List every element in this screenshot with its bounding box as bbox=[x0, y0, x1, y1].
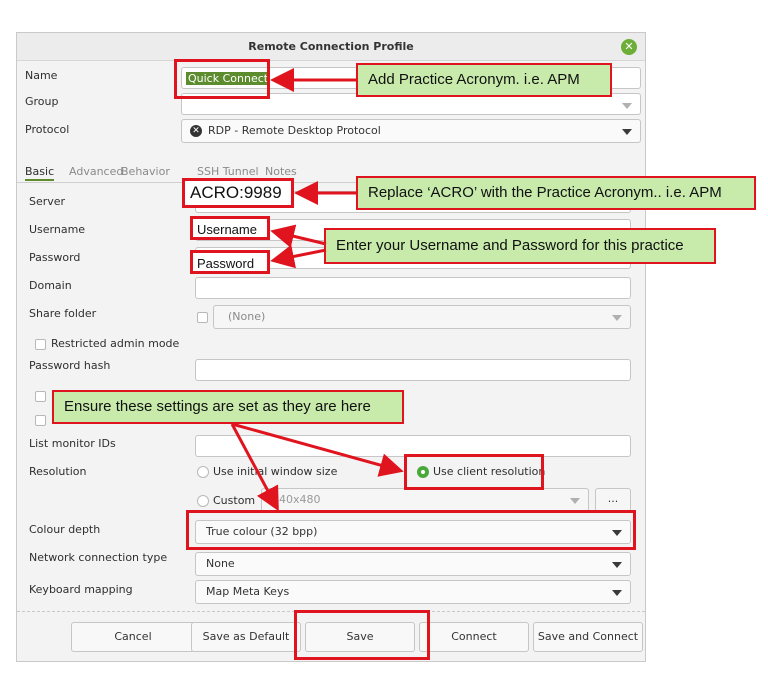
credentials-callout: Enter your Username and Password for thi… bbox=[324, 228, 716, 264]
save-and-connect-button[interactable]: Save and Connect bbox=[533, 622, 643, 652]
list-monitor-ids-label: List monitor IDs bbox=[29, 437, 116, 450]
remote-connection-profile-dialog: Remote Connection Profile ✕ Name Quick C… bbox=[16, 32, 646, 662]
custom-resolution-more-button[interactable]: ... bbox=[595, 488, 631, 512]
domain-label: Domain bbox=[29, 279, 72, 292]
username-value: Username bbox=[197, 222, 257, 237]
custom-resolution-select[interactable]: 640x480 bbox=[261, 488, 589, 512]
client-resolution-highlight-box bbox=[404, 454, 544, 490]
share-folder-checkbox[interactable] bbox=[197, 312, 208, 323]
window-title: Remote Connection Profile bbox=[248, 40, 414, 53]
chevron-down-icon bbox=[612, 562, 622, 568]
password-highlight-box: Password bbox=[190, 250, 270, 274]
more-label: ... bbox=[607, 492, 619, 505]
tab-advanced[interactable]: Advanced bbox=[69, 165, 123, 178]
protocol-value: RDP - Remote Desktop Protocol bbox=[208, 124, 381, 137]
connect-button[interactable]: Connect bbox=[419, 622, 529, 652]
replace-acronym-callout: Replace ‘ACRO’ with the Practice Acronym… bbox=[356, 176, 756, 210]
server-label: Server bbox=[29, 195, 66, 208]
custom-resolution-radio[interactable] bbox=[197, 495, 209, 507]
username-highlight-box: Username bbox=[190, 216, 270, 240]
name-label: Name bbox=[25, 69, 58, 82]
chevron-down-icon bbox=[622, 129, 632, 135]
password-hash-input[interactable] bbox=[195, 359, 631, 381]
chevron-down-icon bbox=[612, 315, 622, 321]
name-highlight-box bbox=[174, 59, 270, 99]
colour-depth-highlight-box bbox=[186, 510, 636, 550]
chevron-down-icon bbox=[622, 103, 632, 109]
custom-resolution-value: 640x480 bbox=[272, 493, 321, 506]
acronym-callout: Add Practice Acronym. i.e. APM bbox=[356, 63, 612, 97]
server-value: ACRO:9989 bbox=[190, 183, 282, 202]
keyboard-mapping-value: Map Meta Keys bbox=[206, 585, 290, 598]
option-checkbox-2[interactable] bbox=[35, 415, 46, 426]
settings-callout: Ensure these settings are set as they ar… bbox=[52, 390, 404, 424]
protocol-label: Protocol bbox=[25, 123, 70, 136]
close-icon[interactable]: ✕ bbox=[621, 39, 637, 55]
tab-behavior[interactable]: Behavior bbox=[121, 165, 170, 178]
network-connection-type-value: None bbox=[206, 557, 235, 570]
tab-notes[interactable]: Notes bbox=[265, 165, 297, 178]
network-connection-type-label: Network connection type bbox=[29, 551, 168, 564]
use-initial-window-size-radio[interactable] bbox=[197, 466, 209, 478]
cancel-button[interactable]: Cancel bbox=[71, 622, 195, 652]
keyboard-mapping-label: Keyboard mapping bbox=[29, 583, 133, 596]
password-value: Password bbox=[197, 256, 255, 271]
save-highlight-box bbox=[294, 610, 430, 660]
custom-resolution-label: Custom bbox=[213, 494, 256, 507]
password-label: Password bbox=[29, 251, 81, 264]
colour-depth-label: Colour depth bbox=[29, 523, 101, 536]
group-label: Group bbox=[25, 95, 59, 108]
protocol-select[interactable]: ✕ RDP - Remote Desktop Protocol bbox=[181, 119, 641, 143]
server-highlight-box: ACRO:9989 bbox=[182, 178, 294, 208]
titlebar: Remote Connection Profile ✕ bbox=[17, 33, 645, 61]
network-connection-type-select[interactable]: None bbox=[195, 552, 631, 576]
restricted-admin-checkbox[interactable] bbox=[35, 339, 46, 350]
tab-ssh-tunnel[interactable]: SSH Tunnel bbox=[197, 165, 259, 178]
share-folder-value: (None) bbox=[228, 310, 266, 323]
use-initial-window-size-label: Use initial window size bbox=[213, 465, 338, 478]
share-folder-select[interactable]: (None) bbox=[213, 305, 631, 329]
share-folder-label: Share folder bbox=[29, 307, 97, 320]
resolution-label: Resolution bbox=[29, 465, 87, 478]
domain-input[interactable] bbox=[195, 277, 631, 299]
save-as-default-button[interactable]: Save as Default bbox=[191, 622, 301, 652]
keyboard-mapping-select[interactable]: Map Meta Keys bbox=[195, 580, 631, 604]
rdp-icon: ✕ bbox=[190, 125, 202, 137]
password-hash-label: Password hash bbox=[29, 359, 111, 372]
chevron-down-icon bbox=[612, 590, 622, 596]
tab-basic[interactable]: Basic bbox=[25, 165, 55, 181]
restricted-admin-label: Restricted admin mode bbox=[51, 337, 180, 350]
option-checkbox-1[interactable] bbox=[35, 391, 46, 402]
chevron-down-icon bbox=[570, 498, 580, 504]
username-label: Username bbox=[29, 223, 86, 236]
